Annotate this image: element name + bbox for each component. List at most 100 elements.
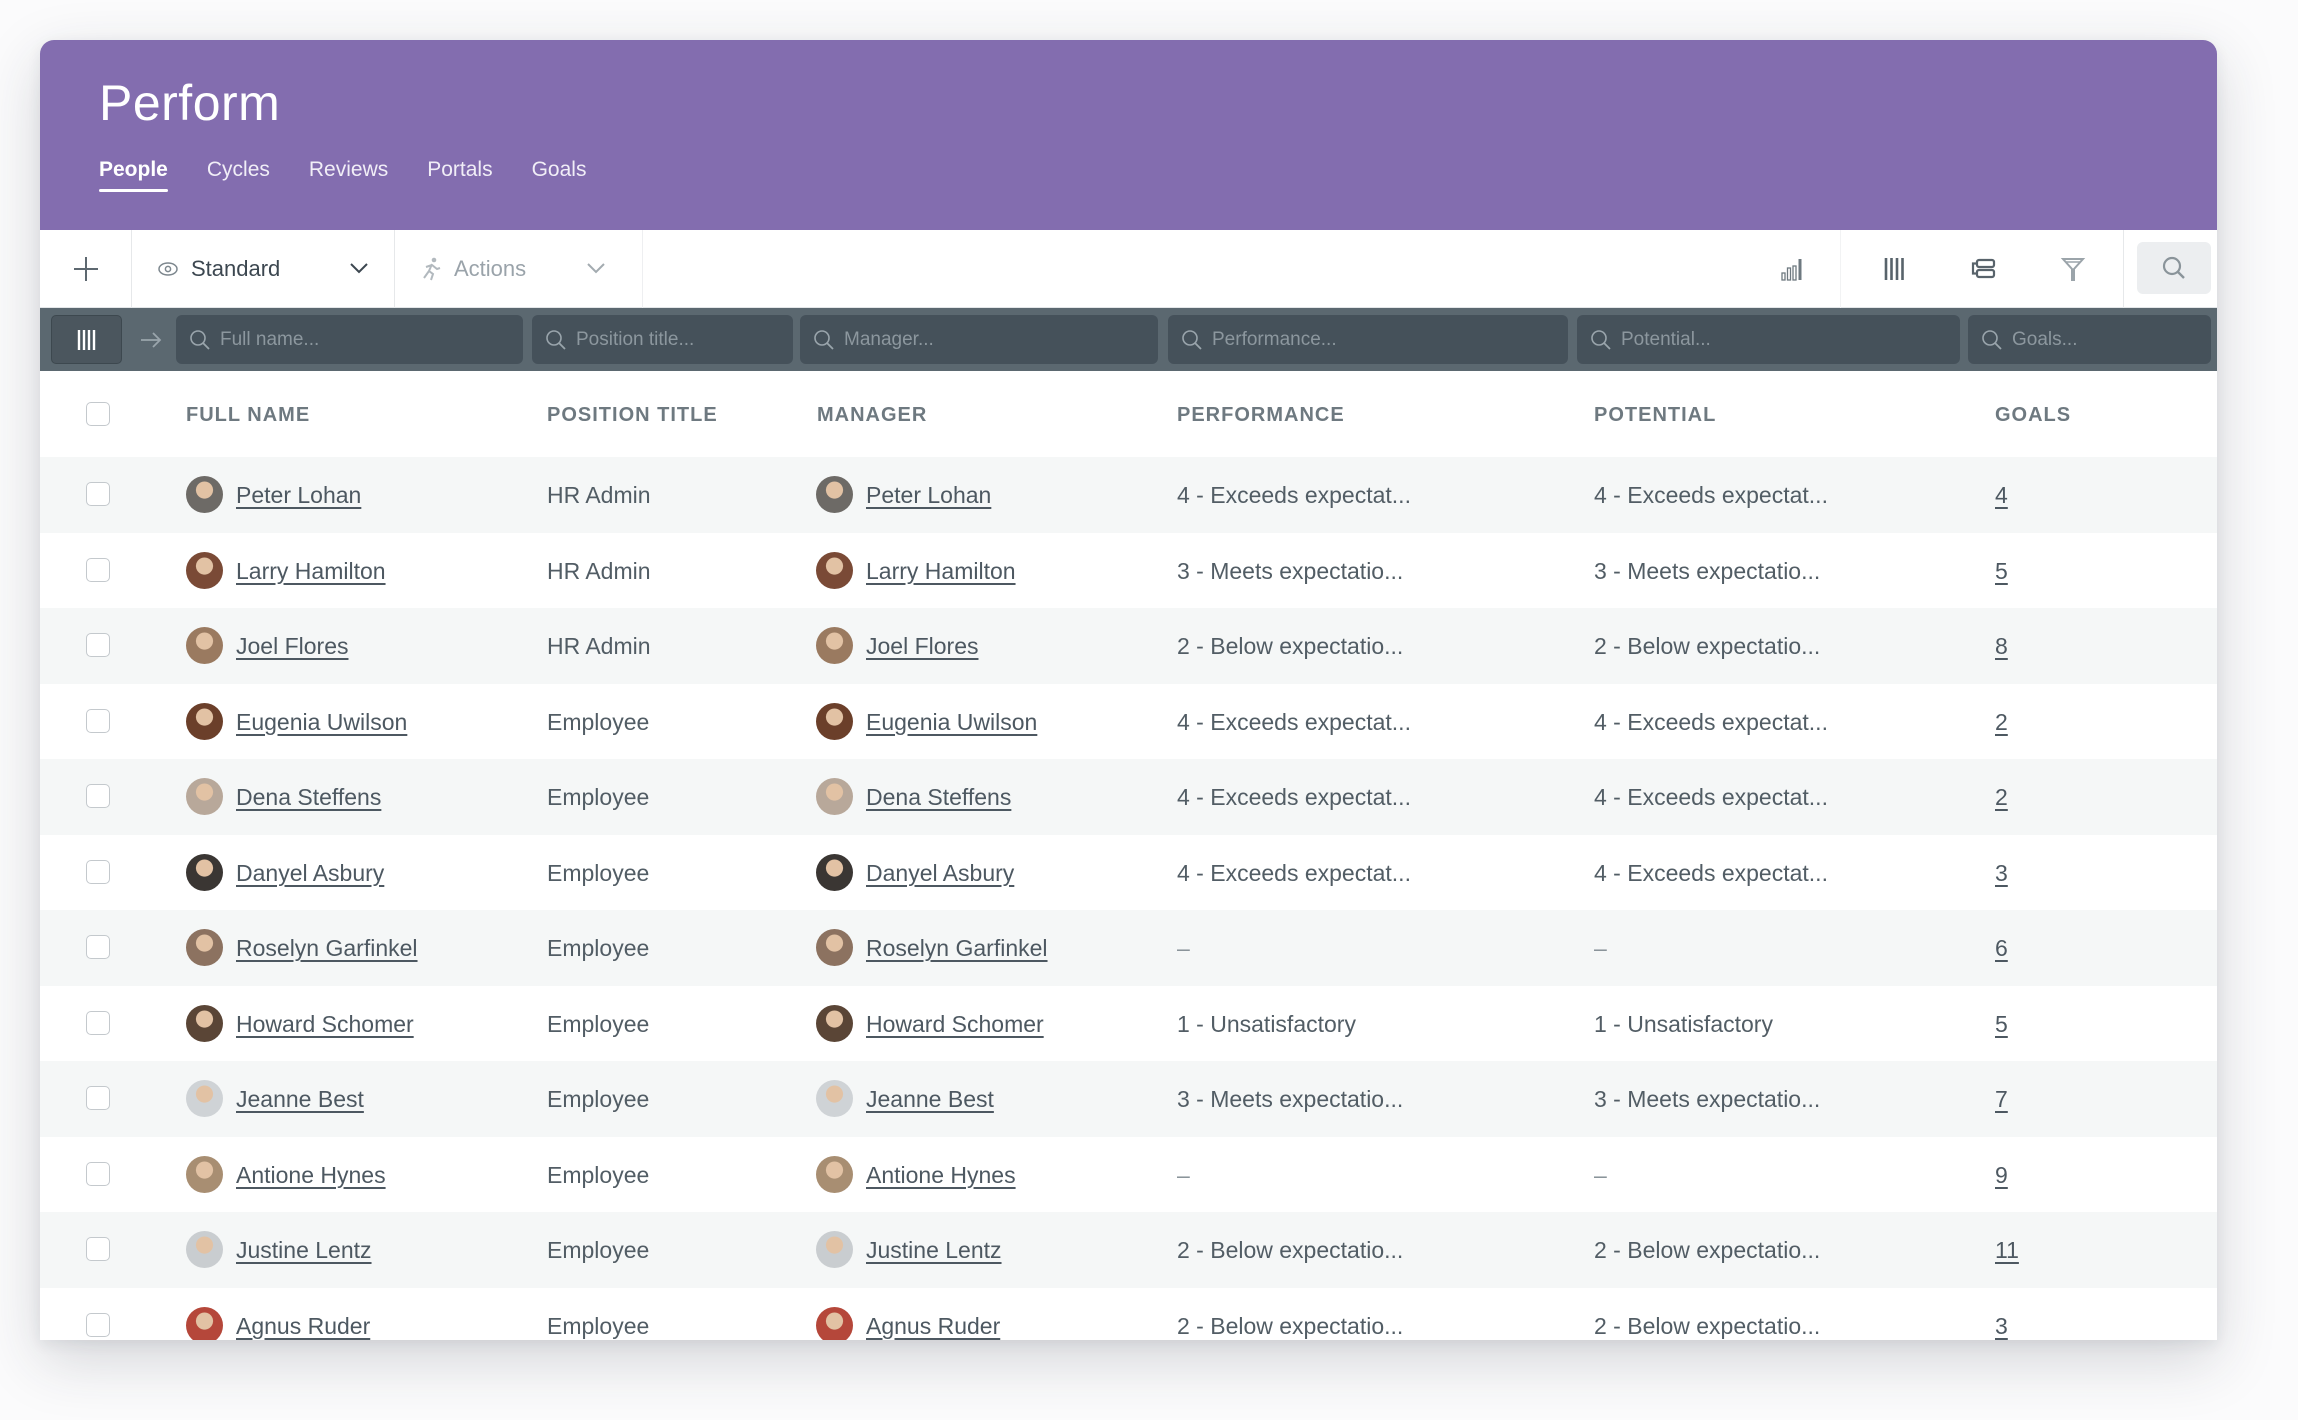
tab-reviews[interactable]: Reviews: [309, 158, 388, 192]
row-checkbox[interactable]: [86, 557, 110, 582]
table-row[interactable]: Jeanne Best Employee Jeanne Best 3 - Meets …: [40, 1061, 2217, 1137]
manager-filter[interactable]: [800, 315, 1158, 364]
full-name-link[interactable]: Antione Hynes: [236, 1162, 386, 1189]
goals-count-link[interactable]: 3: [1995, 1313, 2008, 1340]
row-checkbox[interactable]: [86, 1161, 110, 1186]
manager-link[interactable]: Eugenia Uwilson: [866, 709, 1037, 736]
full-name-link[interactable]: Jeanne Best: [236, 1086, 364, 1113]
tab-people[interactable]: People: [99, 158, 168, 192]
manager-avatar: [816, 929, 853, 966]
full-name-link[interactable]: Danyel Asbury: [236, 860, 384, 887]
column-header-manager[interactable]: MANAGER: [817, 404, 927, 427]
full-name-filter[interactable]: [176, 315, 523, 364]
column-header-full-name[interactable]: FULL NAME: [186, 404, 310, 427]
row-checkbox[interactable]: [86, 935, 110, 959]
full-name-link[interactable]: Roselyn Garfinkel: [236, 935, 418, 962]
full-name-link[interactable]: Peter Lohan: [236, 482, 361, 509]
manager-link[interactable]: Larry Hamilton: [866, 558, 1016, 585]
full-name-link[interactable]: Larry Hamilton: [236, 558, 386, 585]
manager-link[interactable]: Antione Hynes: [866, 1162, 1016, 1189]
filter-button[interactable]: [2056, 252, 2090, 286]
potential-value: 4 - Exceeds expectat...: [1594, 784, 1828, 810]
table-row[interactable]: Antione Hynes Employee Antione Hynes – – 9: [40, 1137, 2217, 1213]
column-header-potential[interactable]: POTENTIAL: [1594, 404, 1716, 427]
goals-count-link[interactable]: 5: [1995, 1011, 2008, 1038]
column-toggle-button[interactable]: [51, 315, 122, 364]
performance-value: 3 - Meets expectatio...: [1177, 1086, 1404, 1112]
full-name-link[interactable]: Agnus Ruder: [236, 1313, 370, 1340]
columns-icon: [77, 329, 95, 350]
goals-count-link[interactable]: 2: [1995, 709, 2008, 736]
row-checkbox[interactable]: [86, 482, 110, 506]
manager-filter-input[interactable]: [844, 328, 1121, 351]
select-all-checkbox[interactable]: [86, 402, 110, 426]
goals-count-link[interactable]: 6: [1995, 935, 2008, 962]
columns-button[interactable]: [1878, 252, 1912, 286]
table-row[interactable]: Danyel Asbury Employee Danyel Asbury 4 - Ex…: [40, 835, 2217, 911]
goals-count-link[interactable]: 11: [1995, 1237, 2019, 1264]
row-checkbox[interactable]: [86, 1086, 110, 1110]
full-name-link[interactable]: Dena Steffens: [236, 784, 381, 811]
full-name-link[interactable]: Justine Lentz: [236, 1237, 372, 1264]
tab-portals[interactable]: Portals: [427, 158, 492, 192]
manager-link[interactable]: Howard Schomer: [866, 1011, 1044, 1038]
table-row[interactable]: Justine Lentz Employee Justine Lentz 2 - Be…: [40, 1212, 2217, 1288]
goals-filter[interactable]: [1968, 315, 2211, 364]
position-title-filter[interactable]: [532, 315, 793, 364]
row-checkbox[interactable]: [86, 784, 110, 808]
manager-link[interactable]: Peter Lohan: [866, 482, 991, 509]
performance-filter-input[interactable]: [1212, 328, 1523, 351]
manager-link[interactable]: Joel Flores: [866, 633, 978, 660]
manager-link[interactable]: Roselyn Garfinkel: [866, 935, 1048, 962]
row-checkbox[interactable]: [86, 859, 110, 884]
manager-link[interactable]: Jeanne Best: [866, 1086, 994, 1113]
chart-view-button[interactable]: [1775, 252, 1809, 286]
goals-count-link[interactable]: 7: [1995, 1086, 2008, 1113]
row-checkbox[interactable]: [86, 1010, 110, 1035]
full-name-link[interactable]: Joel Flores: [236, 633, 348, 660]
table-row[interactable]: Howard Schomer Employee Howard Schomer 1 - …: [40, 986, 2217, 1062]
add-button[interactable]: [40, 230, 132, 308]
goals-count-link[interactable]: 5: [1995, 558, 2008, 585]
table-row[interactable]: Roselyn Garfinkel Employee Roselyn Garfink…: [40, 910, 2217, 986]
goals-count-link[interactable]: 2: [1995, 784, 2008, 811]
potential-filter[interactable]: [1577, 315, 1960, 364]
column-header-performance[interactable]: PERFORMANCE: [1177, 404, 1345, 427]
table-row[interactable]: Peter Lohan HR Admin Peter Lohan 4 - Exceed…: [40, 457, 2217, 533]
group-button[interactable]: [1966, 252, 2000, 286]
position-title: Employee: [547, 1010, 650, 1037]
actions-dropdown[interactable]: Actions: [395, 230, 643, 308]
row-checkbox[interactable]: [86, 1237, 110, 1261]
goals-filter-input[interactable]: [2012, 328, 2197, 351]
row-checkbox[interactable]: [86, 633, 110, 657]
view-dropdown[interactable]: Standard: [132, 230, 395, 308]
full-name-filter-input[interactable]: [220, 328, 488, 351]
column-header-position-title[interactable]: POSITION TITLE: [547, 404, 718, 427]
goals-count-link[interactable]: 8: [1995, 633, 2008, 660]
column-header-goals[interactable]: GOALS: [1995, 404, 2071, 427]
table-row[interactable]: Dena Steffens Employee Dena Steffens 4 - Ex…: [40, 759, 2217, 835]
goals-count-link[interactable]: 4: [1995, 482, 2008, 509]
potential-filter-input[interactable]: [1621, 328, 1918, 351]
table-row[interactable]: Joel Flores HR Admin Joel Flores 2 - Below …: [40, 608, 2217, 684]
manager-link[interactable]: Agnus Ruder: [866, 1313, 1000, 1340]
tab-goals[interactable]: Goals: [532, 158, 587, 192]
search-button[interactable]: [2137, 242, 2211, 294]
full-name-link[interactable]: Eugenia Uwilson: [236, 709, 407, 736]
full-name-link[interactable]: Howard Schomer: [236, 1011, 414, 1038]
manager-link[interactable]: Justine Lentz: [866, 1237, 1002, 1264]
row-checkbox[interactable]: [86, 708, 110, 733]
table-row[interactable]: Larry Hamilton HR Admin Larry Hamilton 3 - …: [40, 533, 2217, 609]
position-title: Employee: [547, 1161, 650, 1188]
manager-link[interactable]: Danyel Asbury: [866, 860, 1014, 887]
position-title-filter-input[interactable]: [576, 328, 776, 351]
table-row[interactable]: Eugenia Uwilson Employee Eugenia Uwilson 4 …: [40, 684, 2217, 760]
tab-cycles[interactable]: Cycles: [207, 158, 270, 192]
manager-link[interactable]: Dena Steffens: [866, 784, 1011, 811]
row-checkbox[interactable]: [86, 1312, 110, 1337]
performance-filter[interactable]: [1168, 315, 1568, 364]
goals-count-link[interactable]: 9: [1995, 1162, 2008, 1189]
potential-value: 2 - Below expectatio...: [1594, 1312, 1821, 1339]
goals-count-link[interactable]: 3: [1995, 860, 2008, 887]
table-row[interactable]: Agnus Ruder Employee Agnus Ruder 2 - Below …: [40, 1288, 2217, 1340]
